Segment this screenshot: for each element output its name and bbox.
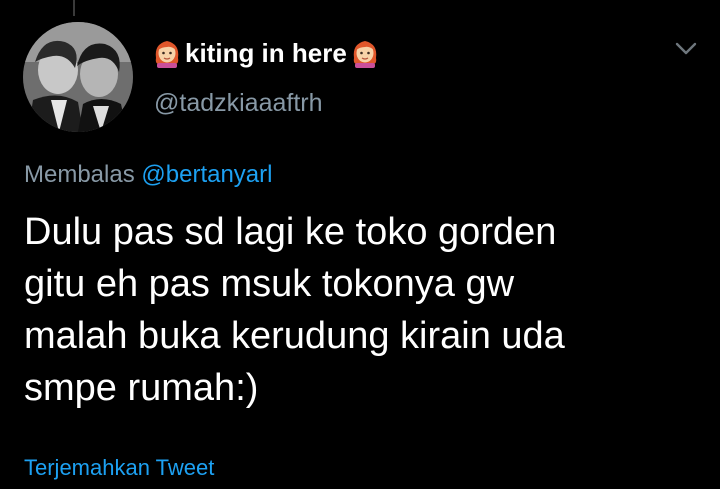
tweet-text-line: smpe rumah:) [24, 367, 259, 409]
tweet-text-line: gitu eh pas msuk tokonya gw [24, 263, 515, 305]
author-display-name: kiting in here [185, 38, 347, 68]
woman-red-hair-emoji-icon [351, 38, 379, 68]
reply-prefix: Membalas [24, 161, 135, 188]
tweet-text-line: malah buka kerudung kirain uda [24, 315, 565, 357]
thread-connector-line [73, 0, 75, 16]
chevron-down-icon[interactable] [674, 40, 698, 58]
avatar-photo [23, 22, 133, 132]
translate-tweet-link[interactable]: Terjemahkan Tweet [24, 454, 214, 482]
author-name-row[interactable]: kiting in here [153, 36, 379, 70]
woman-red-hair-emoji-icon [153, 38, 181, 68]
tweet-body: Dulu pas sd lagi ke toko gorden gitu eh … [24, 206, 704, 414]
author-handle[interactable]: @tadzkiaaaftrh [154, 88, 323, 118]
avatar[interactable] [23, 22, 133, 132]
reply-mention-link[interactable]: @bertanyarl [141, 161, 272, 188]
reply-context: Membalas @bertanyarl [24, 160, 272, 190]
tweet-text-line: Dulu pas sd lagi ke toko gorden [24, 211, 557, 253]
